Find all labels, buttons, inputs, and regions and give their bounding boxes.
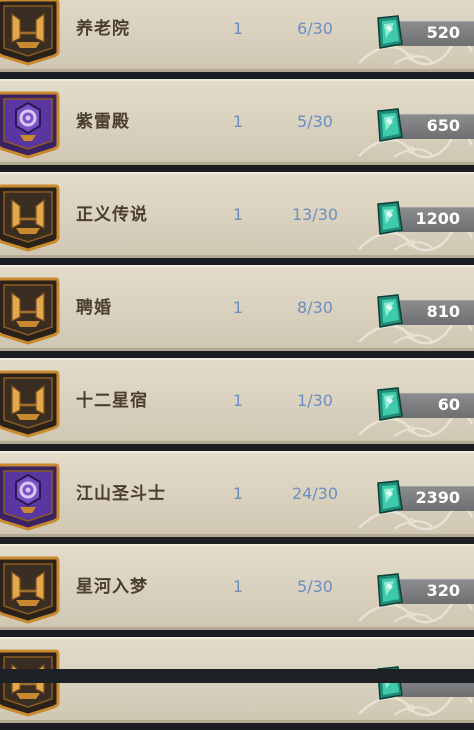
purple-gear-emblem-icon	[0, 463, 60, 531]
guild-name: 十二星宿	[76, 358, 148, 444]
guild-name: 江山圣斗士	[76, 451, 166, 537]
guild-level: 1	[218, 358, 258, 444]
price-value: 2390	[400, 486, 460, 510]
guild-level: 1	[218, 451, 258, 537]
purple-gear-emblem-icon	[0, 91, 60, 159]
member-count: 24/30	[280, 451, 350, 537]
price-value: 320	[400, 579, 460, 603]
guild-level: 1	[218, 0, 258, 72]
guild-name: 正义传说	[76, 172, 148, 258]
gold-crown-emblem-icon	[0, 556, 60, 624]
guild-name: 聘婚	[76, 265, 112, 351]
gold-crown-emblem-icon	[0, 370, 60, 438]
guild-row[interactable]: 十二星宿 1 1/30 60	[0, 358, 474, 444]
bottom-bar	[0, 669, 474, 683]
gold-crown-emblem-icon	[0, 649, 60, 717]
member-count: 1/30	[280, 358, 350, 444]
price-value: 1200	[400, 207, 460, 231]
guild-level: 1	[218, 265, 258, 351]
guild-name: 紫雷殿	[76, 79, 130, 165]
guild-row[interactable]: 星河入梦 1 5/30 320	[0, 544, 474, 630]
member-count: 8/30	[280, 265, 350, 351]
price-value: 520	[400, 21, 460, 45]
price-value: 650	[400, 114, 460, 138]
member-count: 5/30	[280, 544, 350, 630]
guild-row[interactable]: 正义传说 1 13/30 1200	[0, 172, 474, 258]
member-count: 6/30	[280, 0, 350, 72]
guild-level: 1	[218, 544, 258, 630]
guild-level: 1	[218, 172, 258, 258]
gold-crown-emblem-icon	[0, 184, 60, 252]
gold-crown-emblem-icon	[0, 277, 60, 345]
guild-list: 养老院 1 6/30 520 紫雷殿 1 5/30 650	[0, 0, 474, 730]
guild-name: 养老院	[76, 0, 130, 72]
price-value: 60	[400, 393, 460, 417]
guild-row[interactable]: 紫雷殿 1 5/30 650	[0, 79, 474, 165]
member-count: 13/30	[280, 172, 350, 258]
member-count: 5/30	[280, 79, 350, 165]
gold-crown-emblem-icon	[0, 0, 60, 66]
guild-row[interactable]: 聘婚 1 8/30 810	[0, 265, 474, 351]
guild-row[interactable]: 江山圣斗士 1 24/30 2390	[0, 451, 474, 537]
price-value: 810	[400, 300, 460, 324]
guild-row[interactable]: 养老院 1 6/30 520	[0, 0, 474, 72]
guild-level: 1	[218, 79, 258, 165]
guild-name: 星河入梦	[76, 544, 148, 630]
